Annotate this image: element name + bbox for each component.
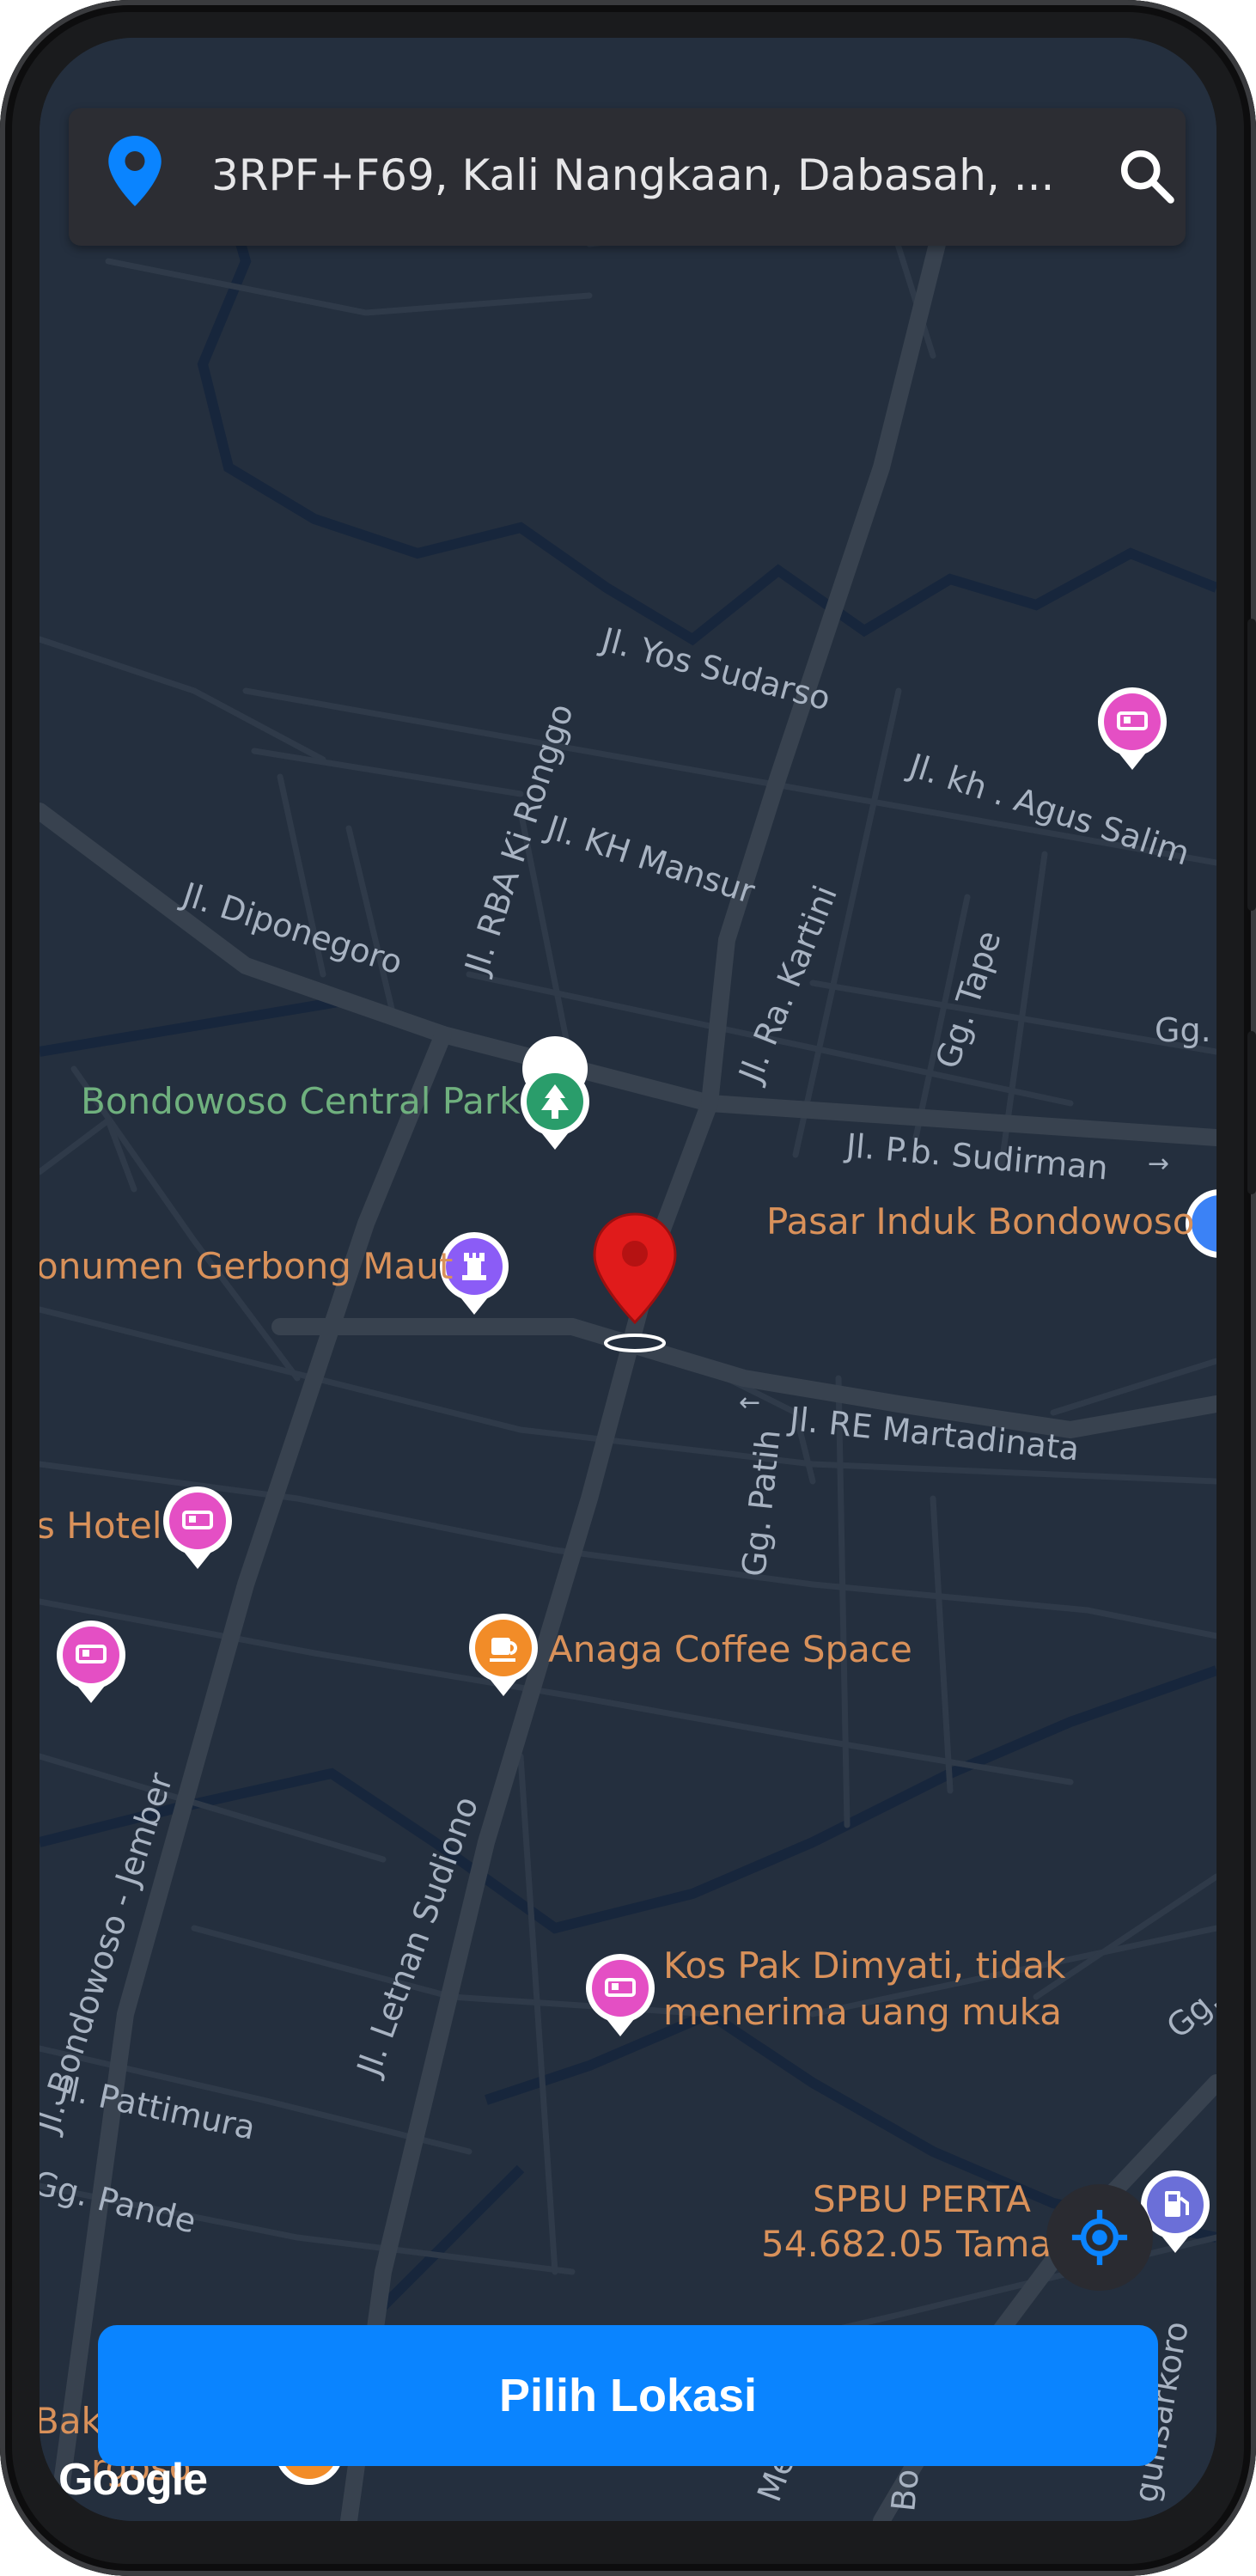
poi-label-line2: menerima uang muka <box>663 1991 1062 2033</box>
poi-label: SPBU PERTA <box>813 2178 1031 2220</box>
poi-label-line2: 54.682.05 Tama <box>761 2223 1052 2265</box>
my-location-button[interactable] <box>1046 2184 1153 2291</box>
search-bar[interactable]: 3RPF+F69, Kali Nangkaan, Dabasah, ... <box>69 108 1186 246</box>
map-screen[interactable]: Jl. Yos Sudarso Jl. kh . Agus Salim Jl. … <box>40 38 1216 2521</box>
search-address-input[interactable]: 3RPF+F69, Kali Nangkaan, Dabasah, ... <box>211 148 1070 203</box>
google-attribution: Google <box>58 2455 208 2505</box>
poi-label: Bak <box>40 2400 103 2442</box>
street-label: Bo <box>884 2467 926 2513</box>
poi-label: Bondowoso Central Park <box>81 1080 521 1122</box>
volume-button <box>1247 619 1256 911</box>
selected-location-marker[interactable] <box>588 1211 682 1357</box>
phone-frame: Jl. Yos Sudarso Jl. kh . Agus Salim Jl. … <box>0 0 1256 2576</box>
location-pin-icon <box>108 136 162 206</box>
svg-text:←: ← <box>739 1388 760 1418</box>
poi-label: s Hotel <box>40 1505 162 1547</box>
power-button <box>1247 1031 1256 1194</box>
pilih-lokasi-button[interactable]: Pilih Lokasi <box>98 2325 1158 2466</box>
poi-label: onumen Gerbong Maut <box>40 1245 453 1287</box>
my-location-icon <box>1071 2209 1128 2266</box>
street-label: Gg. <box>1155 1011 1211 1049</box>
poi-label: Kos Pak Dimyati, tidak <box>663 1944 1066 1987</box>
svg-text:→: → <box>1148 1149 1169 1179</box>
poi-label: Pasar Induk Bondowoso <box>766 1200 1194 1242</box>
search-icon[interactable] <box>1117 146 1177 206</box>
poi-label: Anaga Coffee Space <box>548 1628 912 1670</box>
